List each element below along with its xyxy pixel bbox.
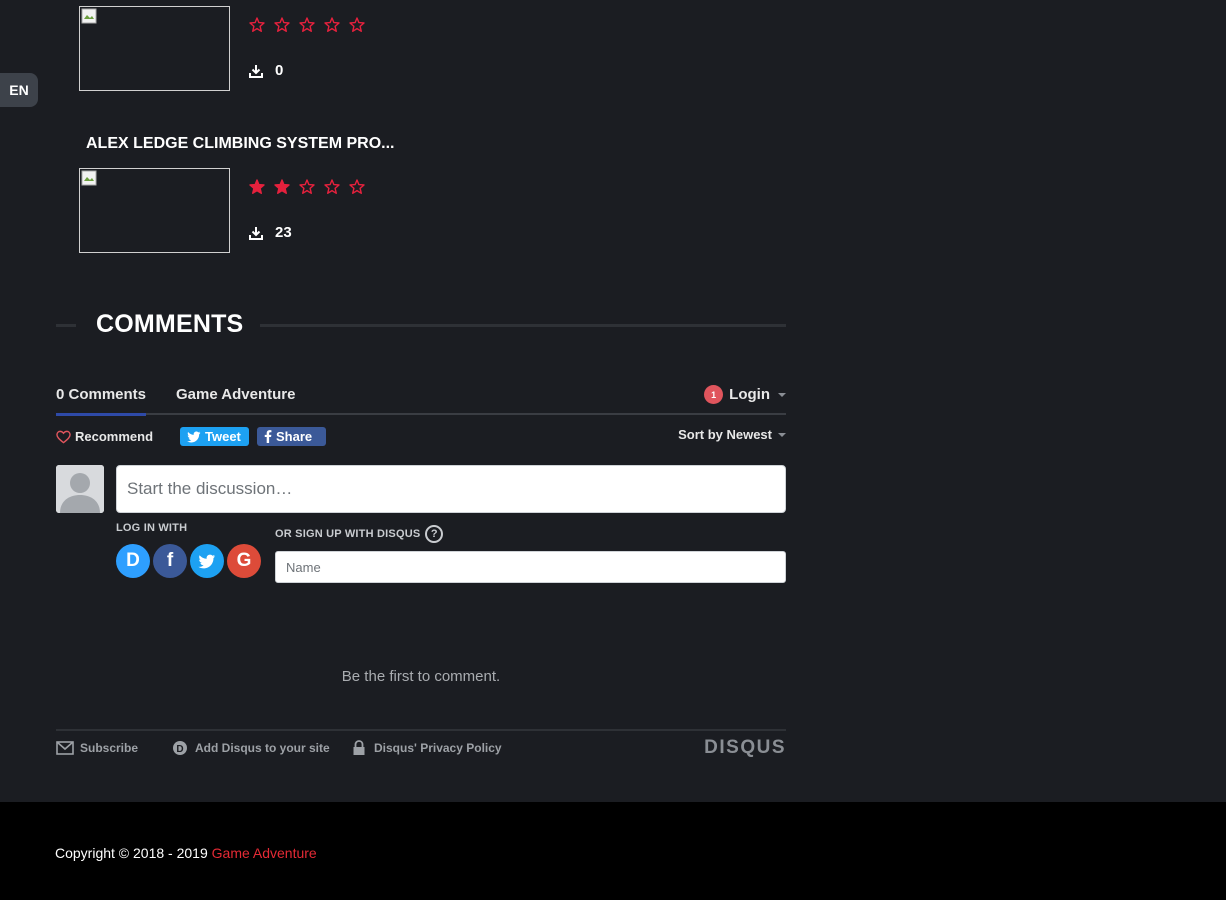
chevron-down-icon bbox=[778, 392, 786, 397]
disqus-footer: Subscribe D Add Disqus to your site Disq… bbox=[56, 729, 786, 765]
disqus-login-icon[interactable]: D bbox=[116, 544, 150, 578]
privacy-policy-link[interactable]: Disqus' Privacy Policy bbox=[350, 740, 502, 756]
signup-text: OR SIGN UP WITH DISQUS bbox=[275, 528, 421, 540]
twitter-icon bbox=[187, 431, 201, 442]
tab-community[interactable]: Game Adventure bbox=[176, 386, 295, 403]
comment-compose: Start the discussion… LOG IN WITH D f G … bbox=[56, 455, 786, 605]
download-icon bbox=[249, 226, 263, 240]
lock-icon bbox=[353, 740, 365, 755]
facebook-icon bbox=[264, 430, 272, 443]
download-count: 0 bbox=[249, 62, 283, 79]
star-empty-icon bbox=[349, 179, 365, 194]
avatar bbox=[56, 465, 104, 513]
facebook-share-button[interactable]: Share bbox=[257, 427, 326, 446]
game-thumbnail[interactable] bbox=[79, 6, 230, 91]
recommend-button[interactable]: Recommend bbox=[56, 429, 153, 444]
comments-title: COMMENTS bbox=[96, 310, 244, 338]
login-label: Login bbox=[729, 386, 770, 403]
site-footer: Copyright © 2018 - 2019 Game Adventure bbox=[0, 802, 1226, 900]
download-count: 23 bbox=[249, 224, 292, 241]
twitter-login-icon[interactable] bbox=[190, 544, 224, 578]
chevron-down-icon bbox=[778, 432, 786, 437]
privacy-label: Disqus' Privacy Policy bbox=[374, 741, 502, 755]
add-disqus-link[interactable]: D Add Disqus to your site bbox=[171, 740, 330, 756]
add-disqus-label: Add Disqus to your site bbox=[195, 741, 330, 755]
download-count-value: 23 bbox=[275, 224, 292, 241]
comments-heading: COMMENTS bbox=[56, 308, 786, 342]
signup-label: OR SIGN UP WITH DISQUS ? bbox=[275, 525, 444, 543]
game-title[interactable]: ALEX LEDGE CLIMBING SYSTEM PRO... bbox=[86, 135, 394, 153]
star-empty-icon bbox=[324, 17, 340, 32]
heading-divider bbox=[260, 324, 786, 327]
svg-text:D: D bbox=[176, 744, 183, 755]
name-field[interactable]: Name bbox=[275, 551, 786, 583]
game-thumbnail[interactable] bbox=[79, 168, 230, 253]
twitter-icon bbox=[198, 554, 216, 568]
language-switcher[interactable]: EN bbox=[0, 73, 38, 107]
copyright-text: Copyright © 2018 - 2019 bbox=[55, 845, 208, 861]
login-with-label: LOG IN WITH bbox=[116, 522, 188, 534]
help-icon[interactable]: ? bbox=[425, 525, 444, 543]
subscribe-label: Subscribe bbox=[80, 741, 139, 755]
heart-icon bbox=[56, 430, 71, 444]
star-empty-icon bbox=[249, 17, 265, 32]
footer-brand-link[interactable]: Game Adventure bbox=[212, 845, 317, 861]
subscribe-link[interactable]: Subscribe bbox=[56, 740, 138, 756]
download-count-value: 0 bbox=[275, 62, 284, 79]
share-label: Share bbox=[276, 429, 313, 444]
tweet-label: Tweet bbox=[205, 429, 241, 444]
star-empty-icon bbox=[299, 179, 315, 194]
broken-image-icon bbox=[81, 170, 97, 186]
star-filled-icon bbox=[274, 179, 290, 194]
login-dropdown[interactable]: 1 Login bbox=[704, 385, 786, 404]
google-login-icon[interactable]: G bbox=[227, 544, 261, 578]
notification-badge: 1 bbox=[704, 385, 724, 404]
facebook-login-icon[interactable]: f bbox=[153, 544, 187, 578]
disqus-nav: 0 Comments Game Adventure 1 Login bbox=[56, 376, 786, 416]
rating-stars bbox=[249, 17, 365, 33]
disqus-logo[interactable]: DISQUS bbox=[704, 737, 786, 759]
star-empty-icon bbox=[324, 179, 340, 194]
disqus-actions: Recommend Tweet Share Sort by Newest bbox=[56, 415, 786, 455]
disqus-icon: D bbox=[173, 741, 187, 755]
sort-label: Sort by Newest bbox=[678, 427, 772, 442]
empty-state-message: Be the first to comment. bbox=[341, 668, 501, 685]
user-icon bbox=[56, 465, 104, 513]
comment-textarea[interactable]: Start the discussion… bbox=[116, 465, 786, 513]
heading-divider bbox=[56, 324, 76, 327]
tweet-button[interactable]: Tweet bbox=[180, 427, 249, 446]
social-login-buttons: D f G bbox=[116, 544, 261, 578]
sort-dropdown[interactable]: Sort by Newest bbox=[678, 427, 786, 442]
disqus-widget: 0 Comments Game Adventure 1 Login Recomm… bbox=[56, 376, 786, 758]
star-empty-icon bbox=[299, 17, 315, 32]
tab-comments[interactable]: 0 Comments bbox=[56, 386, 147, 416]
recommend-label: Recommend bbox=[75, 429, 154, 444]
star-empty-icon bbox=[349, 17, 365, 32]
broken-image-icon bbox=[81, 8, 97, 24]
download-icon bbox=[249, 64, 263, 78]
rating-stars bbox=[249, 179, 365, 195]
star-empty-icon bbox=[274, 17, 290, 32]
envelope-icon bbox=[56, 741, 74, 755]
star-filled-icon bbox=[249, 179, 265, 194]
copyright: Copyright © 2018 - 2019 Game Adventure bbox=[55, 845, 317, 861]
